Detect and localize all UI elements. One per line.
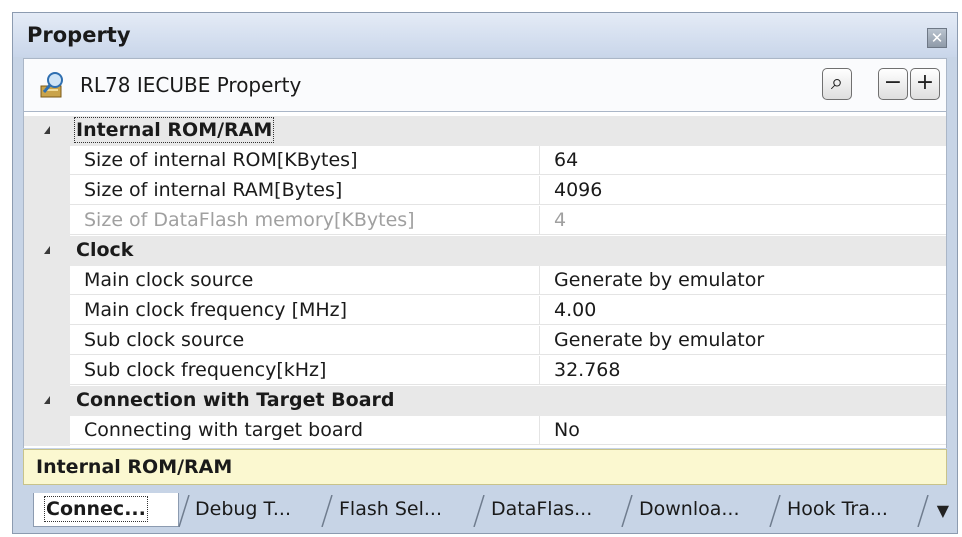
- category-label: Clock: [76, 239, 134, 261]
- property-value-cell[interactable]: 64: [540, 146, 946, 175]
- row-gutter: [24, 356, 70, 386]
- property-value: Generate by emulator: [554, 329, 765, 351]
- property-panel: Property ✕ RL78 IECUBE Property ⌕ − + In…: [12, 12, 958, 534]
- tab-label: Connec...: [44, 496, 148, 522]
- property-name-cell: Size of internal RAM[Bytes]: [70, 176, 540, 205]
- property-name: Sub clock frequency[kHz]: [84, 359, 327, 381]
- collapse-all-button[interactable]: −: [878, 68, 908, 100]
- property-name-cell: Main clock frequency [MHz]: [70, 296, 540, 325]
- tab-connect[interactable]: Connec...: [33, 493, 179, 527]
- property-value: No: [554, 419, 580, 441]
- property-target-title: RL78 IECUBE Property: [80, 73, 302, 97]
- description-text: Internal ROM/RAM: [36, 456, 233, 478]
- tab-label: DataFlas...: [491, 498, 593, 520]
- row-gutter: [24, 326, 70, 356]
- property-grid: Internal ROM/RAM Size of internal ROM[KB…: [23, 112, 947, 448]
- tab-download[interactable]: Downloa...: [635, 493, 769, 527]
- property-row[interactable]: Sub clock source Generate by emulator: [24, 326, 946, 356]
- row-gutter: [24, 206, 70, 236]
- close-icon: ✕: [930, 29, 944, 47]
- property-value: 4.00: [554, 299, 597, 321]
- description-area: Internal ROM/RAM: [23, 449, 947, 485]
- row-gutter: [24, 266, 70, 296]
- category-label: Internal ROM/RAM: [73, 117, 275, 143]
- property-row[interactable]: Size of internal ROM[KBytes] 64: [24, 146, 946, 176]
- property-name: Main clock source: [84, 269, 254, 291]
- property-value-cell[interactable]: Generate by emulator: [540, 326, 946, 355]
- property-name-cell: Connecting with target board: [70, 416, 540, 445]
- tab-separator: [621, 495, 633, 527]
- minus-icon: −: [883, 70, 903, 95]
- property-name-cell: Sub clock source: [70, 326, 540, 355]
- tab-separator: [178, 495, 190, 527]
- tab-separator: [473, 495, 485, 527]
- property-name: Size of DataFlash memory[KBytes]: [84, 209, 415, 231]
- tab-overflow-menu-icon[interactable]: ▼: [937, 501, 949, 520]
- property-value-cell[interactable]: Generate by emulator: [540, 266, 946, 295]
- property-row[interactable]: Main clock frequency [MHz] 4.00: [24, 296, 946, 326]
- tab-label: Debug T...: [195, 498, 291, 520]
- tab-label: Flash Sel...: [339, 498, 442, 520]
- property-name: Main clock frequency [MHz]: [84, 299, 348, 321]
- tab-strip: Connec... Debug T... Flash Sel... DataFl…: [13, 487, 957, 533]
- search-icon: ⌕: [830, 70, 844, 95]
- property-name: Sub clock source: [84, 329, 245, 351]
- row-gutter: [24, 296, 70, 326]
- property-name: Size of internal RAM[Bytes]: [84, 179, 343, 201]
- collapse-arrow-icon[interactable]: [44, 396, 50, 404]
- property-value-cell[interactable]: No: [540, 416, 946, 445]
- property-value-cell[interactable]: 4: [540, 206, 946, 235]
- tab-dataflash[interactable]: DataFlas...: [487, 493, 621, 527]
- property-name-cell: Size of DataFlash memory[KBytes]: [70, 206, 540, 235]
- property-value: 4: [554, 209, 567, 231]
- panel-titlebar: Property ✕: [13, 13, 957, 57]
- property-value-cell[interactable]: 4096: [540, 176, 946, 205]
- property-value-cell[interactable]: 4.00: [540, 296, 946, 325]
- row-gutter: [24, 146, 70, 176]
- property-name: Size of internal ROM[KBytes]: [84, 149, 358, 171]
- category-label: Connection with Target Board: [76, 389, 395, 411]
- close-button[interactable]: ✕: [927, 28, 947, 48]
- search-button[interactable]: ⌕: [822, 68, 852, 100]
- tab-flash-self[interactable]: Flash Sel...: [335, 493, 473, 527]
- property-row[interactable]: Size of internal RAM[Bytes] 4096: [24, 176, 946, 206]
- panel-title: Property: [27, 23, 131, 47]
- expand-all-button[interactable]: +: [910, 68, 940, 100]
- property-name-cell: Main clock source: [70, 266, 540, 295]
- property-row[interactable]: Sub clock frequency[kHz] 32.768: [24, 356, 946, 386]
- tab-debug-tool[interactable]: Debug T...: [191, 493, 321, 527]
- category-clock[interactable]: Clock: [24, 236, 946, 266]
- property-value: 4096: [554, 179, 603, 201]
- category-internal-rom-ram[interactable]: Internal ROM/RAM: [24, 116, 946, 146]
- property-row[interactable]: Main clock source Generate by emulator: [24, 266, 946, 296]
- property-value-cell[interactable]: 32.768: [540, 356, 946, 385]
- tab-separator: [769, 495, 781, 527]
- property-value: 32.768: [554, 359, 621, 381]
- property-row-disabled[interactable]: Size of DataFlash memory[KBytes] 4: [24, 206, 946, 236]
- row-gutter: [24, 416, 70, 446]
- tab-separator: [321, 495, 333, 527]
- property-icon: [40, 72, 63, 98]
- property-toolbar: RL78 IECUBE Property ⌕ − +: [23, 58, 947, 112]
- property-value: Generate by emulator: [554, 269, 765, 291]
- row-gutter: [24, 176, 70, 206]
- tab-label: Hook Tra...: [787, 498, 888, 520]
- property-value: 64: [554, 149, 579, 171]
- property-row[interactable]: Connecting with target board No: [24, 416, 946, 446]
- property-name-cell: Sub clock frequency[kHz]: [70, 356, 540, 385]
- collapse-arrow-icon[interactable]: [44, 246, 50, 254]
- collapse-arrow-icon[interactable]: [44, 126, 50, 134]
- tab-label: Downloa...: [639, 498, 740, 520]
- plus-icon: +: [915, 70, 935, 95]
- property-name: Connecting with target board: [84, 419, 364, 441]
- tab-separator: [917, 495, 929, 527]
- category-connection-with-target-board[interactable]: Connection with Target Board: [24, 386, 946, 416]
- property-name-cell: Size of internal ROM[KBytes]: [70, 146, 540, 175]
- tab-hook-transaction[interactable]: Hook Tra...: [783, 493, 923, 527]
